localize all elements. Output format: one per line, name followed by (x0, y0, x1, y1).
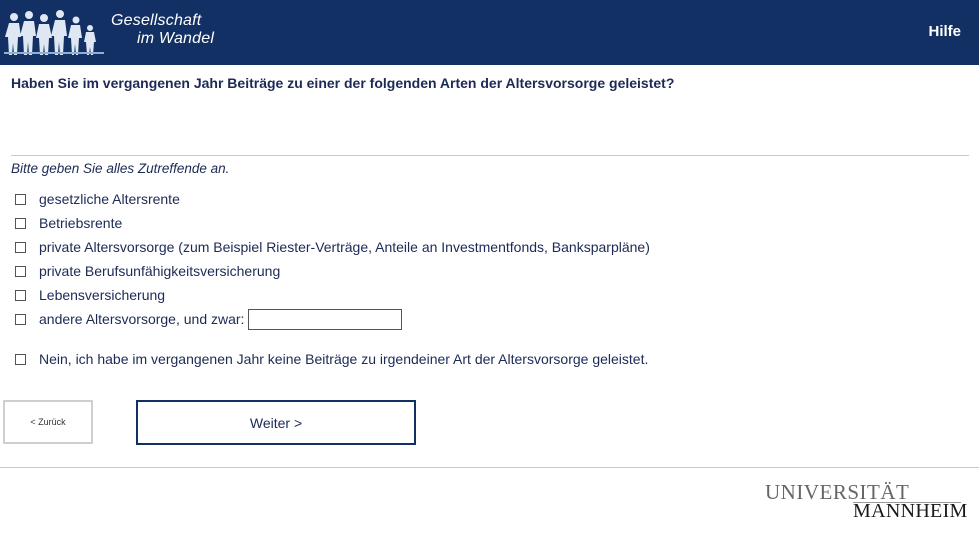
checkbox[interactable] (15, 265, 26, 277)
option-andere-altersvorsorge[interactable]: andere Altersvorsorge, und zwar: (15, 308, 403, 330)
option-gesetzliche-altersrente[interactable]: gesetzliche Altersrente (15, 190, 180, 208)
checkbox[interactable] (15, 313, 26, 325)
gesellschaft-im-wandel-logo: Gesellschaft im Wandel (0, 0, 240, 65)
option-label: Lebensversicherung (39, 287, 166, 303)
option-lebensversicherung[interactable]: Lebensversicherung (15, 286, 165, 304)
option-label: private Altersvorsorge (zum Beispiel Rie… (39, 239, 650, 255)
question-text: Haben Sie im vergangenen Jahr Beiträge z… (11, 75, 675, 91)
option-betriebsrente[interactable]: Betriebsrente (15, 214, 122, 232)
checkbox[interactable] (15, 353, 26, 365)
option-berufsunfaehigkeitsversicherung[interactable]: private Berufsunfähigkeitsversicherung (15, 262, 280, 280)
option-none[interactable]: Nein, ich habe im vergangenen Jahr keine… (15, 350, 648, 368)
header-bar: Gesellschaft im Wandel Hilfe (0, 0, 979, 65)
option-private-altersvorsorge[interactable]: private Altersvorsorge (zum Beispiel Rie… (15, 238, 650, 256)
logo-text-line2: im Wandel (137, 30, 215, 47)
help-link[interactable]: Hilfe (928, 23, 961, 40)
checkbox[interactable] (15, 241, 26, 253)
option-label: Betriebsrente (39, 215, 123, 231)
checkbox[interactable] (15, 193, 26, 205)
divider-top (11, 155, 969, 156)
instruction-text: Bitte geben Sie alles Zutreffende an. (11, 161, 230, 176)
option-label: gesetzliche Altersrente (39, 191, 180, 207)
next-button[interactable]: Weiter > (136, 400, 416, 445)
option-label: andere Altersvorsorge, und zwar: (39, 311, 245, 327)
checkbox[interactable] (15, 217, 26, 229)
back-button[interactable]: < Zurück (3, 400, 93, 444)
other-pension-input[interactable] (248, 308, 403, 330)
option-label: Nein, ich habe im vergangenen Jahr keine… (39, 351, 649, 367)
logo-text-mannheim: MANNHEIM (853, 500, 968, 522)
people-silhouette-icon (4, 10, 104, 55)
logo-text-line1: Gesellschaft (111, 12, 202, 29)
divider-bottom (0, 467, 979, 468)
checkbox[interactable] (15, 289, 26, 301)
universitaet-mannheim-logo: UNIVERSITÄT MANNHEIM (765, 482, 968, 522)
option-label: private Berufsunfähigkeitsversicherung (39, 263, 281, 279)
